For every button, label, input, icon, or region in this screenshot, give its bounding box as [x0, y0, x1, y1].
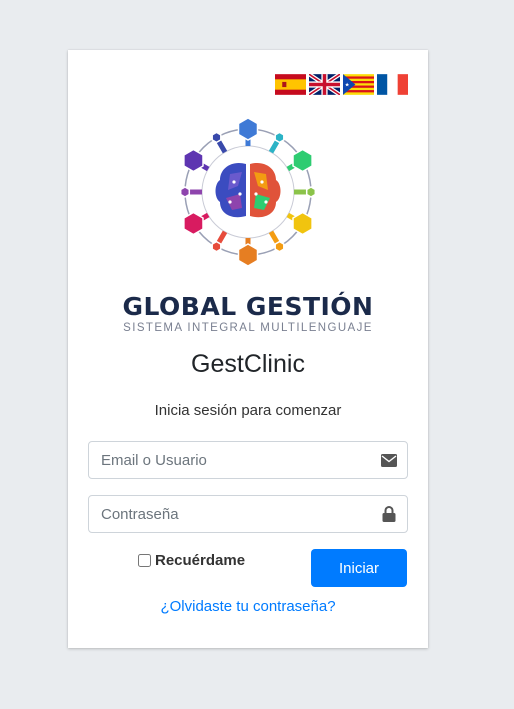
email-input[interactable] — [89, 443, 371, 477]
remember-checkbox[interactable] — [138, 554, 151, 567]
remember-me[interactable]: Recuérdame — [138, 552, 245, 569]
password-input[interactable] — [89, 497, 371, 531]
login-message: Inicia sesión para comenzar — [154, 402, 342, 419]
email-field-group — [88, 441, 408, 479]
brand-title: GLOBAL GESTIÓN — [122, 292, 374, 321]
flag-fr-icon[interactable] — [377, 74, 408, 95]
forgot-password-link[interactable]: ¿Olvidaste tu contraseña? — [68, 598, 428, 615]
flag-es-icon[interactable] — [275, 74, 306, 95]
password-field-group — [88, 495, 408, 533]
lock-icon — [371, 506, 407, 522]
envelope-icon — [371, 453, 407, 467]
flag-uk-icon[interactable] — [309, 74, 340, 95]
flag-catalonia-icon[interactable] — [343, 74, 374, 95]
brand-subtitle: SISTEMA INTEGRAL MULTILENGUAJE — [123, 322, 373, 334]
remember-label: Recuérdame — [155, 552, 246, 569]
app-title: GestClinic — [191, 350, 305, 378]
login-button[interactable]: Iniciar — [311, 549, 407, 587]
language-selector — [275, 74, 408, 95]
brain-logo-icon — [179, 117, 317, 267]
login-card: GLOBAL GESTIÓN SISTEMA INTEGRAL MULTILEN… — [68, 50, 428, 648]
